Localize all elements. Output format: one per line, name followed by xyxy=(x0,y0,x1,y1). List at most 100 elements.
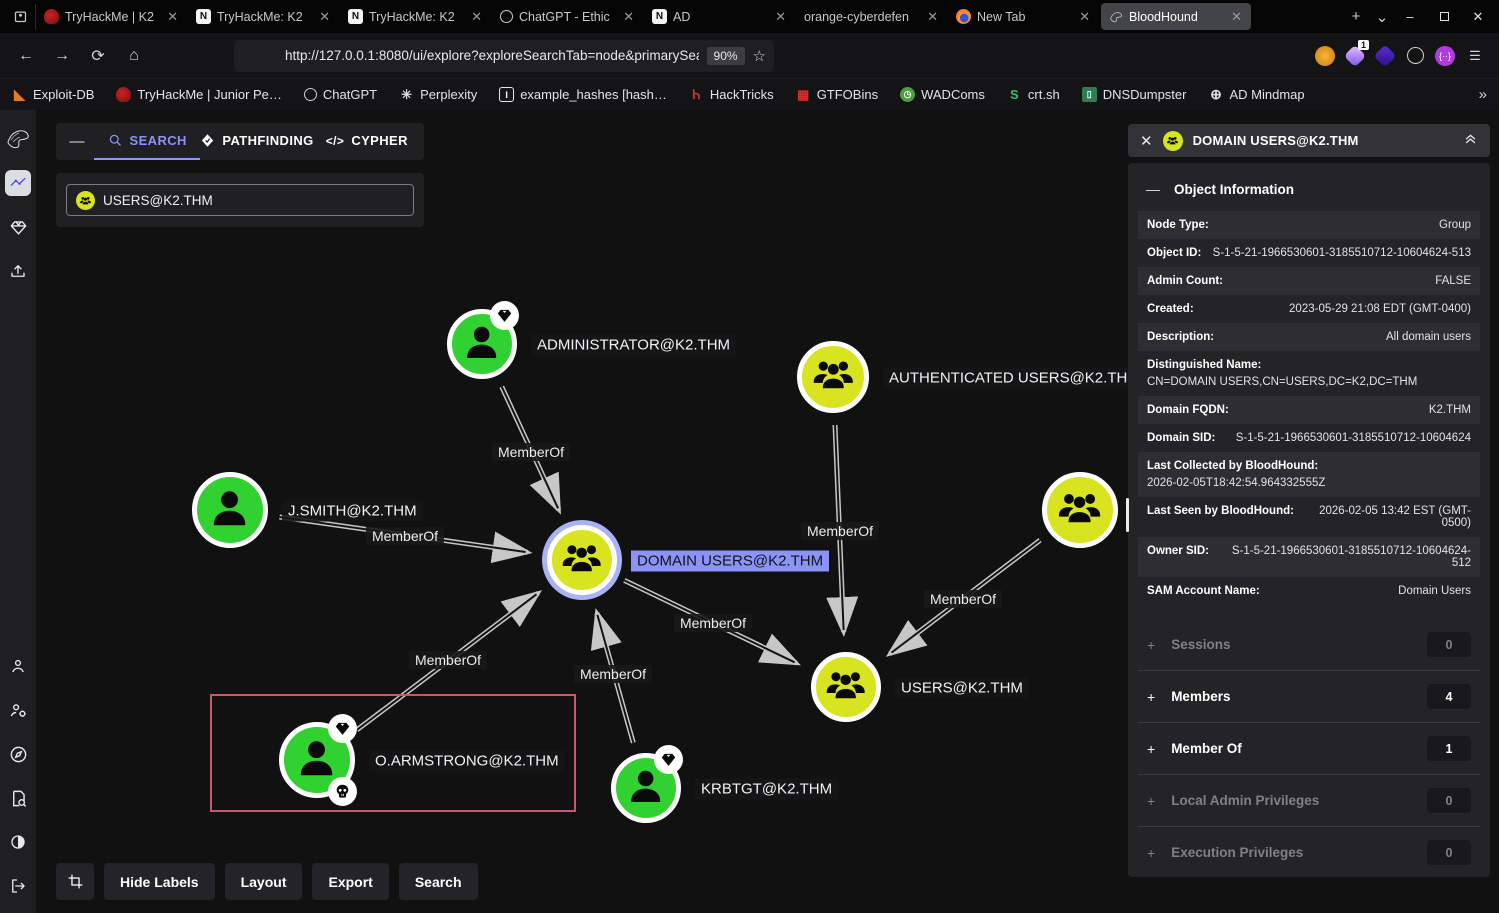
notion-favicon-icon: N xyxy=(348,9,363,24)
rail-gem-icon[interactable] xyxy=(5,214,31,240)
browser-tab-5[interactable]: NAD✕ xyxy=(645,3,795,30)
extensions-puzzle-icon[interactable] xyxy=(1285,46,1305,66)
tab-close-icon[interactable]: ✕ xyxy=(469,9,484,25)
thm-favicon-icon xyxy=(44,9,59,24)
rail-dark-mode-icon[interactable] xyxy=(5,829,31,855)
bookmark-star-icon[interactable]: ☆ xyxy=(753,47,766,65)
search-panel: — SEARCH PATHFINDING </> CYPHER USERS@K2… xyxy=(56,123,424,227)
maximize-button[interactable] xyxy=(1429,5,1459,29)
object-information-rows: Node Type:GroupObject ID:S-1-5-21-196653… xyxy=(1138,211,1480,605)
section-member-of[interactable]: +Member Of1 xyxy=(1138,722,1480,774)
account-icon[interactable] xyxy=(1255,46,1275,66)
search-button[interactable]: Search xyxy=(399,863,478,900)
object-row-label: Distinguished Name: xyxy=(1147,359,1471,371)
tab-close-icon[interactable]: ✕ xyxy=(621,9,636,25)
rail-explore-icon[interactable] xyxy=(5,170,31,196)
reload-button[interactable]: ⟳ xyxy=(82,41,114,71)
rail-profile-icon[interactable] xyxy=(5,653,31,679)
graph-node-users[interactable] xyxy=(811,652,881,722)
tab-pathfinding[interactable]: PATHFINDING xyxy=(200,123,313,160)
addon-badge: 1 xyxy=(1358,40,1369,50)
object-information-header[interactable]: — Object Information xyxy=(1138,177,1480,211)
hide-labels-button[interactable]: Hide Labels xyxy=(104,863,215,900)
tab-list-button[interactable]: ⌄ xyxy=(1369,8,1395,26)
page-info-icon[interactable] xyxy=(264,49,277,63)
rail-upload-icon[interactable] xyxy=(5,258,31,284)
rail-logout-icon[interactable] xyxy=(5,873,31,899)
new-tab-button[interactable]: + xyxy=(1343,8,1369,25)
bookmark-10[interactable]: ▯DNSDumpster xyxy=(1082,87,1187,102)
bookmark-11[interactable]: ⊕AD Mindmap xyxy=(1208,87,1304,102)
addon-gem-icon[interactable]: 1 xyxy=(1345,46,1365,66)
section-members[interactable]: +Members4 xyxy=(1138,670,1480,722)
url-bar[interactable]: http://127.0.0.1:8080/ui/explore?explore… xyxy=(234,40,774,72)
object-row: Description:All domain users xyxy=(1138,323,1480,351)
home-button[interactable]: ⌂ xyxy=(118,41,150,71)
bookmark-3[interactable]: ChatGPT xyxy=(304,87,377,102)
firefox-view-button[interactable] xyxy=(6,4,36,30)
rail-admin-icon[interactable] xyxy=(5,697,31,723)
bookmark-7[interactable]: ▦GTFOBins xyxy=(796,87,878,102)
panel-resize-handle[interactable] xyxy=(1126,498,1129,532)
section-local-admin-privileges[interactable]: +Local Admin Privileges0 xyxy=(1138,774,1480,826)
menu-hamburger-icon[interactable]: ☰ xyxy=(1465,46,1485,66)
gtfo-bookmark-icon: ▦ xyxy=(796,87,811,102)
thm-bookmark-icon xyxy=(116,87,131,102)
bookmark-6[interactable]: ᏂHackTricks xyxy=(689,87,774,102)
minimize-button[interactable]: – xyxy=(1395,5,1425,29)
browser-tab-2[interactable]: NTryHackMe: K2✕ xyxy=(189,3,339,30)
section-execution-privileges[interactable]: +Execution Privileges0 xyxy=(1138,826,1480,877)
browser-tab-6[interactable]: orange-cyberdefen✕ xyxy=(797,3,947,30)
graph-node-krbtgt[interactable] xyxy=(611,753,681,823)
forward-button[interactable]: → xyxy=(46,41,78,71)
addon-purple-icon[interactable]: {··} xyxy=(1435,46,1455,66)
bookmark-1[interactable]: ◣Exploit-DB xyxy=(12,87,94,102)
browser-tab-4[interactable]: ChatGPT - Ethic✕ xyxy=(493,3,643,30)
tab-close-icon[interactable]: ✕ xyxy=(165,9,180,25)
tab-search[interactable]: SEARCH xyxy=(94,123,200,160)
export-button[interactable]: Export xyxy=(312,863,388,900)
bookmark-4[interactable]: ✳Perplexity xyxy=(399,87,477,102)
close-window-button[interactable]: ✕ xyxy=(1463,5,1493,29)
panel-collapse-button[interactable]: — xyxy=(60,133,94,150)
object-row-value: 2026-02-05T18:42:54.964332555Z xyxy=(1147,477,1471,489)
bookmark-5[interactable]: Iexample_hashes [hash… xyxy=(499,87,667,102)
browser-tab-1[interactable]: TryHackMe | K2✕ xyxy=(37,3,187,30)
double-chevron-up-icon xyxy=(1463,131,1478,146)
rail-query-icon[interactable] xyxy=(5,785,31,811)
bookmarks-overflow-chevron[interactable]: » xyxy=(1479,86,1487,103)
bookmark-2[interactable]: TryHackMe | Junior Pe… xyxy=(116,87,282,102)
browser-tab-7[interactable]: New Tab✕ xyxy=(949,3,1099,30)
tab-close-icon[interactable]: ✕ xyxy=(1229,9,1244,25)
bookmark-8[interactable]: ◷WADComs xyxy=(900,87,985,102)
tab-close-icon[interactable]: ✕ xyxy=(1077,9,1092,25)
browser-tab-8[interactable]: BloodHound✕ xyxy=(1101,3,1251,30)
panel-close-button[interactable]: ✕ xyxy=(1140,132,1153,150)
section-count-badge: 4 xyxy=(1427,684,1471,709)
zoom-level-badge[interactable]: 90% xyxy=(707,47,745,65)
graph-node-j-smith[interactable] xyxy=(192,472,268,548)
graph-node-authenticated-users[interactable] xyxy=(797,341,869,413)
node-search-input[interactable]: USERS@K2.THM xyxy=(66,184,414,216)
bookmark-9[interactable]: Scrt.sh xyxy=(1007,87,1060,102)
tab-cypher[interactable]: </> CYPHER xyxy=(314,123,420,160)
section-sessions[interactable]: +Sessions0 xyxy=(1138,619,1480,670)
downloads-icon[interactable] xyxy=(1225,46,1245,66)
section-count-badge: 1 xyxy=(1427,736,1471,761)
graph-node-administrator[interactable] xyxy=(447,309,517,379)
browser-tab-3[interactable]: NTryHackMe: K2✕ xyxy=(341,3,491,30)
addon-orange-icon[interactable] xyxy=(1315,46,1335,66)
fit-view-button[interactable] xyxy=(56,863,94,900)
rail-compass-icon[interactable] xyxy=(5,741,31,767)
graph-node-clipped-group[interactable] xyxy=(1042,472,1118,548)
cookie-addon-icon[interactable] xyxy=(1405,46,1425,66)
tab-close-icon[interactable]: ✕ xyxy=(925,9,940,25)
tab-close-icon[interactable]: ✕ xyxy=(317,9,332,25)
shield-icon[interactable] xyxy=(242,49,256,63)
addon-diamond-icon[interactable] xyxy=(1375,46,1395,66)
panel-collapse-up-button[interactable] xyxy=(1463,131,1478,151)
layout-button[interactable]: Layout xyxy=(225,863,303,900)
tab-close-icon[interactable]: ✕ xyxy=(773,9,788,25)
graph-node-domain-users[interactable] xyxy=(547,525,617,595)
back-button[interactable]: ← xyxy=(10,41,42,71)
